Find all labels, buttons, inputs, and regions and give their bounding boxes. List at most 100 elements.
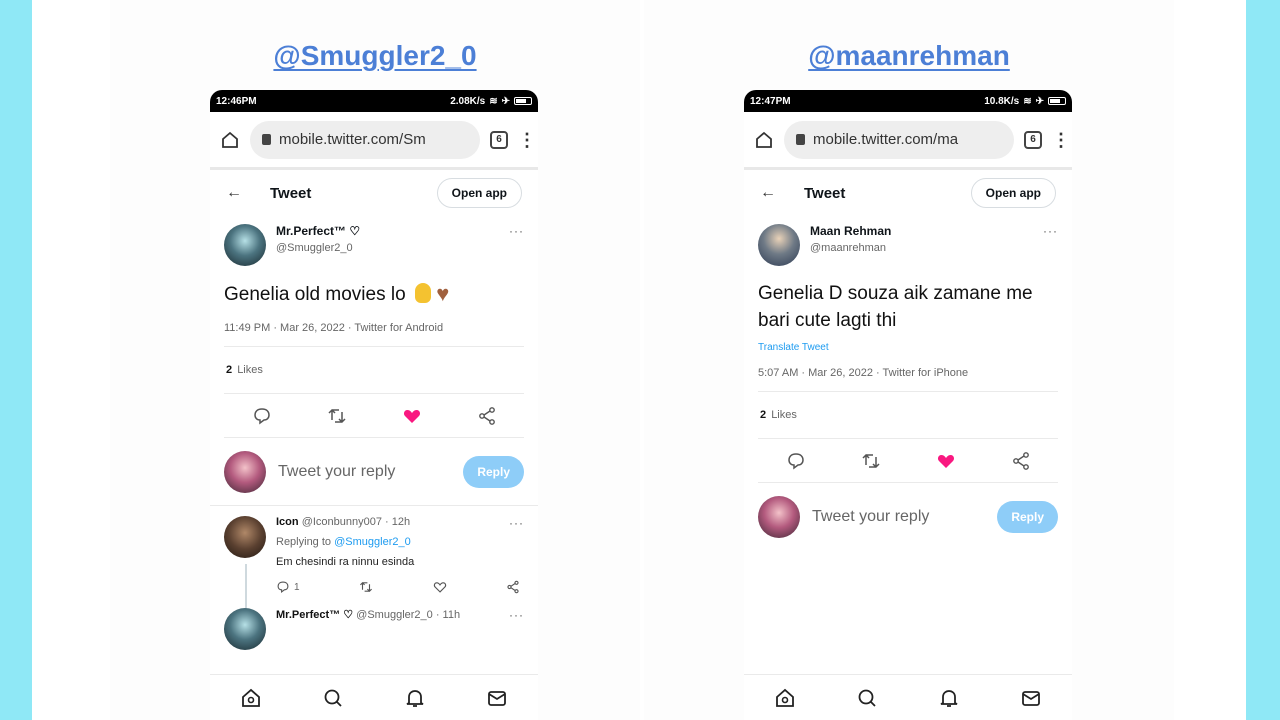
more-icon[interactable]: ··· bbox=[1043, 224, 1058, 238]
home-icon[interactable] bbox=[754, 130, 774, 150]
bottom-nav bbox=[210, 674, 538, 720]
browser-toolbar: mobile.twitter.com/ma 6 ⋮ bbox=[744, 112, 1072, 170]
bell-icon[interactable] bbox=[938, 687, 960, 709]
panel-handle-link[interactable]: @maanrehman bbox=[644, 40, 1174, 72]
replying-to: Replying to @Smuggler2_0 bbox=[276, 536, 524, 548]
retweet-icon[interactable] bbox=[359, 580, 373, 594]
status-time: 12:47PM bbox=[750, 95, 791, 107]
comment-author-handle: @Iconbunny007 · 12h bbox=[301, 516, 411, 528]
tweet-text-body: Genelia old movies lo bbox=[224, 284, 406, 305]
home-icon[interactable] bbox=[240, 687, 262, 709]
like-icon[interactable] bbox=[402, 406, 422, 426]
tweet-meta: 11:49 PM · Mar 26, 2022 · Twitter for An… bbox=[224, 308, 524, 347]
avatar[interactable] bbox=[758, 224, 800, 266]
avatar bbox=[758, 496, 800, 538]
retweet-icon[interactable] bbox=[327, 406, 347, 426]
share-icon[interactable] bbox=[1011, 451, 1031, 471]
address-bar[interactable]: mobile.twitter.com/ma bbox=[784, 120, 1014, 159]
right-panel: @maanrehman 12:47PM 10.8K/s ≋ ✈ mobile.t… bbox=[644, 0, 1174, 720]
battery-icon bbox=[514, 97, 532, 105]
translate-tweet-link[interactable]: Translate Tweet bbox=[744, 334, 1072, 353]
home-icon[interactable] bbox=[774, 687, 796, 709]
avatar[interactable] bbox=[224, 608, 266, 650]
panel-handle-link[interactable]: @Smuggler2_0 bbox=[110, 40, 640, 72]
likes-count[interactable]: 2 Likes bbox=[758, 392, 1058, 439]
comment-actions: 1 bbox=[276, 580, 524, 594]
likes-label: Likes bbox=[771, 409, 797, 421]
network-speed: 10.8K/s bbox=[984, 95, 1020, 107]
bell-icon[interactable] bbox=[404, 687, 426, 709]
reply-input[interactable]: Tweet your reply bbox=[278, 463, 451, 481]
likes-label: Likes bbox=[237, 364, 263, 376]
author-handle[interactable]: @Smuggler2_0 bbox=[276, 242, 499, 254]
search-icon[interactable] bbox=[322, 687, 344, 709]
comment-text: Em chesindi ra ninnu esinda bbox=[276, 556, 415, 568]
author-name[interactable]: Mr.Perfect™ ♡ bbox=[276, 224, 499, 238]
page-title: Tweet bbox=[270, 184, 312, 202]
reply-button[interactable]: Reply bbox=[997, 501, 1058, 533]
more-icon[interactable]: ··· bbox=[509, 608, 524, 622]
wifi-icon: ≋ bbox=[489, 95, 498, 107]
open-app-button[interactable]: Open app bbox=[970, 178, 1056, 208]
mail-icon[interactable] bbox=[486, 687, 508, 709]
reply-composer: Tweet your reply Reply bbox=[744, 483, 1072, 551]
tweet-text: Genelia D souza aik zamane me bari cute … bbox=[758, 283, 1033, 331]
likes-count[interactable]: 2 Likes bbox=[224, 347, 524, 394]
replying-to-link[interactable]: @Smuggler2_0 bbox=[334, 536, 411, 548]
tweet-header: ← Tweet Open app bbox=[210, 170, 538, 216]
back-arrow-icon[interactable]: ← bbox=[760, 184, 776, 202]
mail-icon[interactable] bbox=[1020, 687, 1042, 709]
status-icons: 10.8K/s ≋ ✈ bbox=[984, 96, 1066, 107]
reply-input[interactable]: Tweet your reply bbox=[812, 508, 985, 526]
airplane-icon: ✈ bbox=[501, 95, 510, 107]
author-name[interactable]: Maan Rehman bbox=[810, 224, 1033, 238]
share-icon[interactable] bbox=[506, 580, 520, 594]
avatar[interactable] bbox=[224, 224, 266, 266]
browser-menu-icon[interactable]: ⋮ bbox=[518, 131, 536, 149]
phone-screen: 12:47PM 10.8K/s ≋ ✈ mobile.twitter.com/m… bbox=[744, 90, 1072, 720]
reply-icon[interactable] bbox=[786, 451, 806, 471]
status-bar: 12:46PM 2.08K/s ≋ ✈ bbox=[210, 90, 538, 112]
lock-icon bbox=[796, 134, 805, 145]
reply-icon[interactable] bbox=[252, 406, 272, 426]
battery-icon bbox=[1048, 97, 1066, 105]
like-icon[interactable] bbox=[936, 451, 956, 471]
like-icon[interactable] bbox=[433, 580, 447, 594]
share-icon[interactable] bbox=[477, 406, 497, 426]
screenshot-sheet: @Smuggler2_0 12:46PM 2.08K/s ≋ ✈ mobile.… bbox=[32, 0, 1246, 720]
comment-author-handle: @Smuggler2_0 · 11h bbox=[356, 609, 461, 621]
lock-icon bbox=[262, 134, 271, 145]
reply-button[interactable]: Reply bbox=[463, 455, 524, 488]
retweet-icon[interactable] bbox=[861, 451, 881, 471]
author-handle[interactable]: @maanrehman bbox=[810, 242, 1033, 254]
tab-switcher-button[interactable]: 6 bbox=[490, 130, 508, 149]
home-icon[interactable] bbox=[220, 130, 240, 150]
browser-menu-icon[interactable]: ⋮ bbox=[1052, 131, 1070, 149]
back-arrow-icon[interactable]: ← bbox=[226, 184, 242, 202]
list-item[interactable]: Icon @Iconbunny007 · 12h ··· Replying to … bbox=[210, 506, 538, 622]
comment-author-name[interactable]: Mr.Perfect™ ♡ bbox=[276, 609, 353, 621]
left-panel: @Smuggler2_0 12:46PM 2.08K/s ≋ ✈ mobile.… bbox=[110, 0, 640, 720]
phone-screen: 12:46PM 2.08K/s ≋ ✈ mobile.twitter.com/S… bbox=[210, 90, 538, 720]
more-icon[interactable]: ··· bbox=[509, 516, 524, 530]
tweet-actions bbox=[224, 394, 524, 438]
list-item[interactable]: Mr.Perfect™ ♡ @Smuggler2_0 · 11h ··· bbox=[210, 594, 538, 650]
search-icon[interactable] bbox=[856, 687, 878, 709]
comment-author-name[interactable]: Icon bbox=[276, 516, 299, 528]
status-bar: 12:47PM 10.8K/s ≋ ✈ bbox=[744, 90, 1072, 112]
tab-switcher-button[interactable]: 6 bbox=[1024, 130, 1042, 149]
airplane-icon: ✈ bbox=[1035, 95, 1044, 107]
tweet-text: Genelia old movies lo ♥ bbox=[210, 266, 538, 308]
more-icon[interactable]: ··· bbox=[509, 224, 524, 238]
open-app-button[interactable]: Open app bbox=[436, 178, 522, 208]
reply-icon[interactable] bbox=[276, 580, 290, 594]
page-title: Tweet bbox=[804, 184, 846, 202]
tweet-author: Mr.Perfect™ ♡ @Smuggler2_0 ··· bbox=[210, 216, 538, 266]
wifi-icon: ≋ bbox=[1023, 95, 1032, 107]
address-bar[interactable]: mobile.twitter.com/Sm bbox=[250, 120, 480, 159]
avatar[interactable] bbox=[224, 516, 266, 558]
tweet-meta: 5:07 AM · Mar 26, 2022 · Twitter for iPh… bbox=[758, 353, 1058, 392]
status-icons: 2.08K/s ≋ ✈ bbox=[450, 96, 532, 107]
tweet-author: Maan Rehman @maanrehman ··· bbox=[744, 216, 1072, 266]
reply-composer: Tweet your reply Reply bbox=[210, 438, 538, 506]
